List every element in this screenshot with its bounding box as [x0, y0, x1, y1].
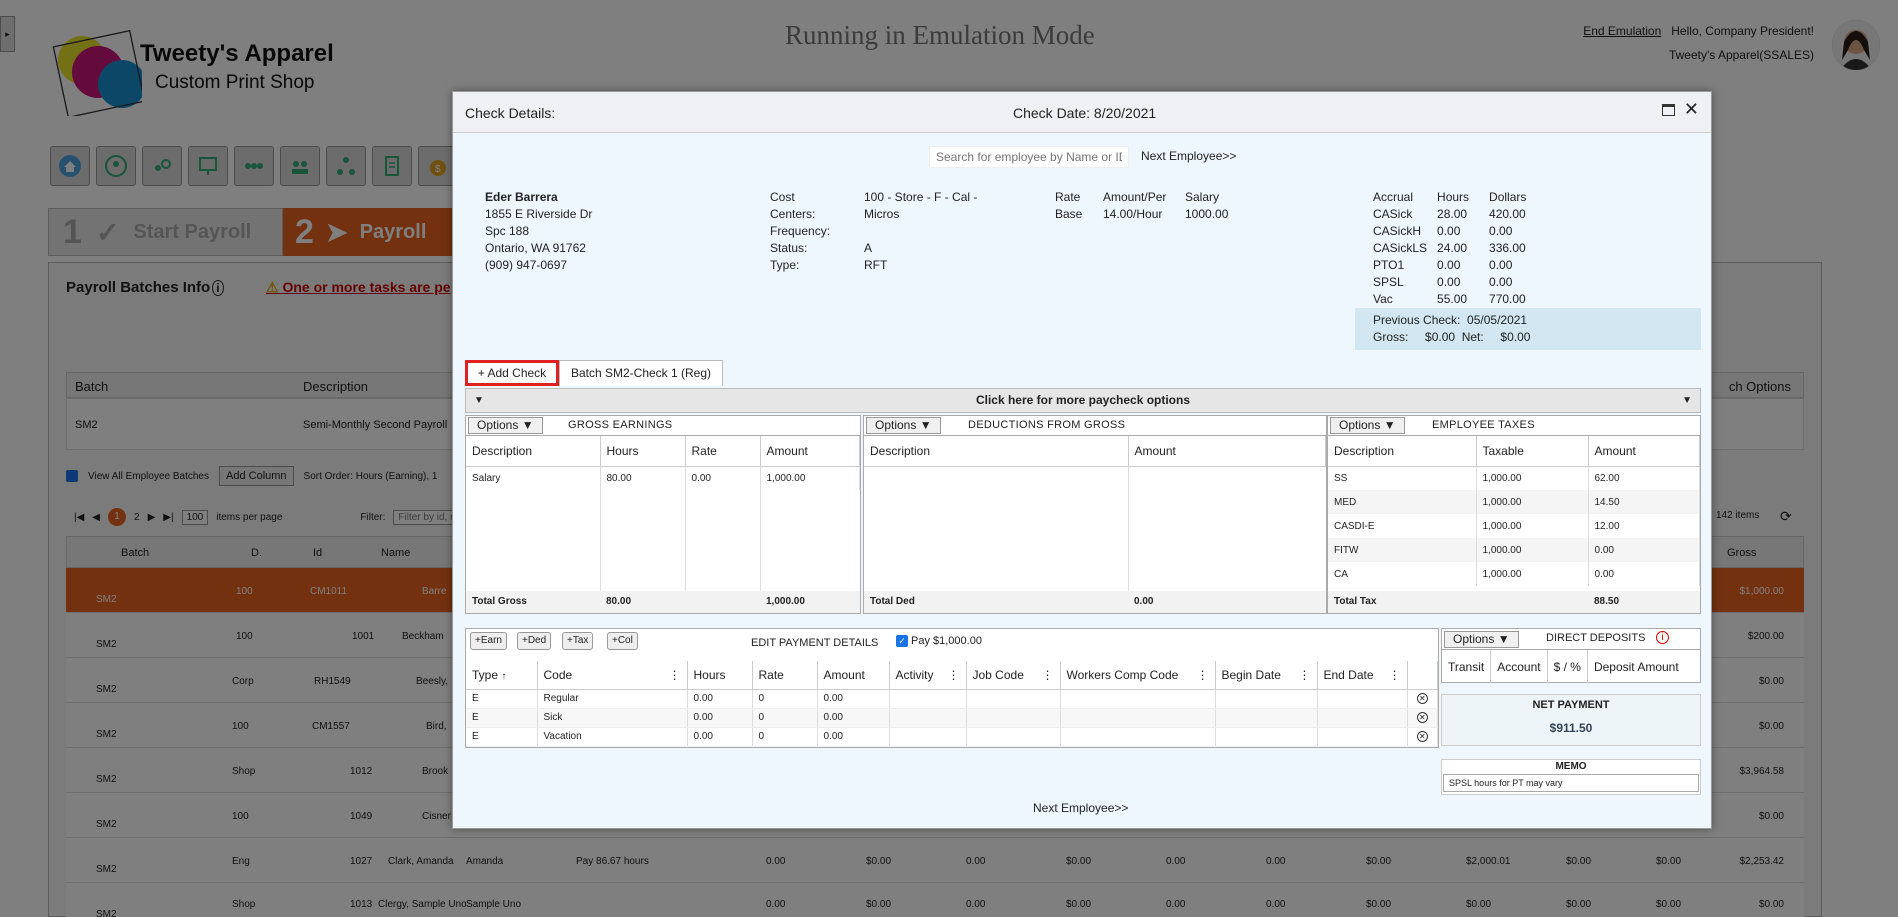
column-menu-icon[interactable]: ⋮ — [1389, 668, 1401, 682]
add-col-button[interactable]: +Col — [607, 632, 638, 650]
memo-section: MEMO SPSL hours for PT may vary — [1441, 759, 1701, 795]
column-menu-icon[interactable]: ⋮ — [1299, 668, 1311, 682]
edit-payment-section: +Earn +Ded +Tax +Col EDIT PAYMENT DETAIL… — [465, 628, 1439, 748]
employee-address1: 1855 E Riverside Dr — [485, 207, 593, 221]
next-employee-link[interactable]: Next Employee>> — [1141, 149, 1236, 163]
direct-deposits-section: Options ▼ DIRECT DEPOSITS i Transit Acco… — [1441, 628, 1701, 683]
column-menu-icon[interactable]: ⋮ — [1042, 668, 1054, 682]
table-row[interactable]: Salary 80.00 0.00 1,000.00 — [466, 466, 860, 490]
maximize-icon[interactable] — [1662, 104, 1675, 116]
table-row[interactable]: FITW 1,000.00 0.00 — [1328, 538, 1700, 562]
close-icon[interactable]: ✕ — [1684, 100, 1699, 118]
taxes-total-row: Total Tax 88.50 — [1328, 591, 1700, 613]
table-row[interactable]: CASDI-E 1,000.00 12.00 — [1328, 514, 1700, 538]
employee-labels: Cost Centers: Frequency: Status: Type: — [770, 190, 831, 272]
direct-deposits-title: DIRECT DEPOSITS — [1546, 632, 1646, 644]
employee-city: Ontario, WA 91762 — [485, 241, 586, 255]
info-icon[interactable]: i — [1656, 631, 1669, 644]
net-payment-value: $911.50 — [1549, 721, 1593, 735]
rate-labels: Rate Base — [1055, 190, 1083, 221]
delete-row-icon[interactable]: ✕ — [1416, 731, 1428, 742]
deductions-options-button[interactable]: Options ▼ — [866, 417, 941, 434]
check-details-modal: Check Details: Check Date: 8/20/2021 ✕ N… — [452, 91, 1712, 829]
add-tax-button[interactable]: +Tax — [562, 632, 594, 650]
checkbox-checked-icon: ✓ — [896, 635, 908, 647]
caret-down-icon: ▼ — [1682, 395, 1692, 406]
deductions-table: Description Amount — [864, 436, 1326, 467]
deductions-title: DEDUCTIONS FROM GROSS — [968, 419, 1126, 431]
add-ded-button[interactable]: +Ded — [517, 632, 552, 650]
table-row[interactable]: E Sick 0.00 0 0.00 ✕ — [466, 708, 1438, 728]
add-earn-button[interactable]: +Earn — [470, 632, 507, 650]
employee-search-input[interactable] — [929, 146, 1129, 168]
previous-check: Previous Check: 05/05/2021 Gross: $0.00 … — [1355, 308, 1701, 350]
table-row[interactable]: SS 1,000.00 62.00 — [1328, 466, 1700, 490]
sort-up-icon[interactable]: ↑ — [501, 671, 506, 682]
next-employee-link-bottom[interactable]: Next Employee>> — [1033, 801, 1128, 815]
employee-values: 100 - Store - F - Cal - Micros A RFT — [864, 190, 978, 272]
add-check-button[interactable]: + Add Check — [465, 360, 559, 386]
column-menu-icon[interactable]: ⋮ — [948, 668, 960, 682]
more-paycheck-options[interactable]: ▼ Click here for more paycheck options ▼ — [465, 388, 1701, 413]
memo-input[interactable]: SPSL hours for PT may vary — [1443, 774, 1699, 792]
table-row[interactable]: CA 1,000.00 0.00 — [1328, 562, 1700, 586]
salary-info: Salary 1000.00 — [1185, 190, 1229, 221]
modal-title: Check Details: — [465, 105, 556, 121]
gross-options-button[interactable]: Options ▼ — [468, 417, 543, 434]
deductions-total-row: Total Ded 0.00 — [864, 591, 1326, 613]
delete-row-icon[interactable]: ✕ — [1416, 693, 1428, 704]
delete-row-icon[interactable]: ✕ — [1416, 712, 1428, 723]
check-date: Check Date: 8/20/2021 — [1013, 105, 1157, 121]
employee-taxes-title: EMPLOYEE TAXES — [1432, 419, 1535, 431]
net-payment: NET PAYMENT $911.50 — [1441, 694, 1701, 746]
gross-earnings-title: GROSS EARNINGS — [568, 419, 673, 431]
table-row[interactable]: MED 1,000.00 14.50 — [1328, 490, 1700, 514]
employee-taxes-section: Options ▼ EMPLOYEE TAXES Description Tax… — [1327, 415, 1701, 614]
table-row[interactable]: E Regular 0.00 0 0.00 ✕ — [466, 689, 1438, 709]
net-payment-label: NET PAYMENT — [1532, 699, 1610, 711]
accrual-table: Accrual Hours Dollars CASick 28.00 420.00 CA… — [1373, 190, 1527, 306]
amount-per: Amount/Per 14.00/Hour — [1103, 190, 1167, 221]
column-menu-icon[interactable]: ⋮ — [669, 668, 681, 682]
employee-taxes-table: Description Taxable Amount SS 1,000.00 62.… — [1328, 436, 1700, 586]
column-menu-icon[interactable]: ⋮ — [1197, 668, 1209, 682]
employee-phone: (909) 947-0697 — [485, 258, 568, 272]
deposits-options-button[interactable]: Options ▼ — [1444, 631, 1519, 648]
memo-label: MEMO — [1555, 761, 1587, 772]
gross-earnings-section: Options ▼ GROSS EARNINGS Description Hou… — [465, 415, 861, 614]
deductions-section: Options ▼ DEDUCTIONS FROM GROSS Descript… — [863, 415, 1327, 614]
tab-batch-check[interactable]: Batch SM2-Check 1 (Reg) — [559, 360, 723, 386]
gross-earnings-table: Description Hours Rate Amount Salary 80.… — [466, 436, 860, 490]
employee-name: Eder Barrera — [485, 190, 558, 204]
modal-header: Check Details: Check Date: 8/20/2021 ✕ — [453, 92, 1711, 133]
table-row[interactable]: E Vacation 0.00 0 0.00 ✕ — [466, 727, 1438, 747]
employee-info: Eder Barrera 1855 E Riverside Dr Spc 188… — [485, 189, 592, 274]
caret-down-icon: ▼ — [474, 395, 484, 406]
payment-table: Type ↑ Code ⋮ Hours Rate Amount Activity ⋮… — [466, 661, 1438, 747]
gross-total-row: Total Gross 80.00 1,000.00 — [466, 591, 860, 613]
edit-payment-title: EDIT PAYMENT DETAILS — [751, 637, 879, 649]
employee-address2: Spc 188 — [485, 224, 530, 238]
pay-checkbox[interactable]: ✓ Pay $1,000.00 — [896, 635, 982, 647]
direct-deposits-header: Transit Account $ / % Deposit Amount — [1442, 649, 1700, 683]
taxes-options-button[interactable]: Options ▼ — [1330, 417, 1405, 434]
